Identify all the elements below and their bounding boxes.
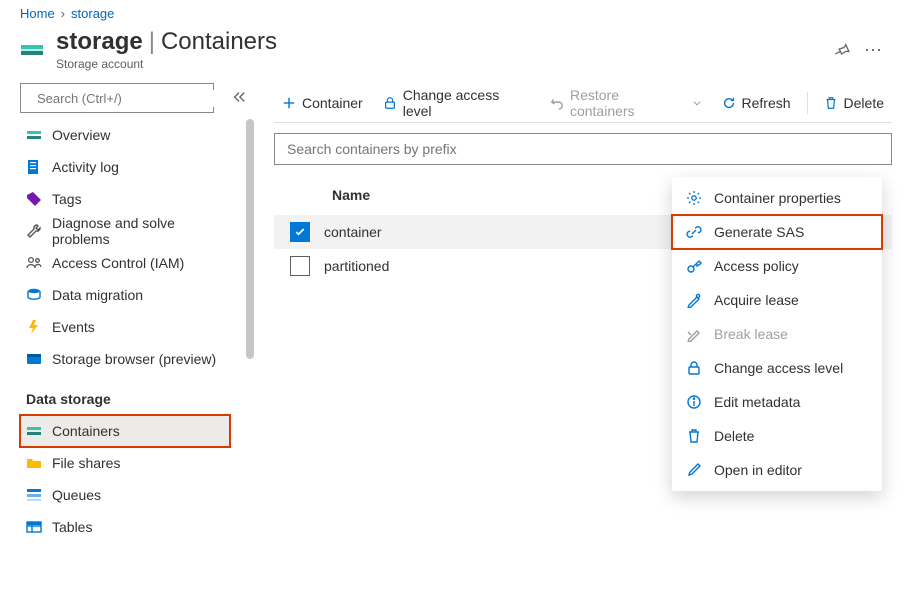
migration-icon bbox=[26, 287, 42, 303]
sidebar-item-events[interactable]: Events bbox=[20, 311, 230, 343]
more-icon[interactable]: ⋯ bbox=[864, 40, 884, 61]
sidebar-item-data-migration[interactable]: Data migration bbox=[20, 279, 230, 311]
sidebar-item-overview[interactable]: Overview bbox=[20, 119, 230, 151]
sidebar-heading-data-storage: Data storage bbox=[20, 375, 252, 415]
sidebar-item-access-control[interactable]: Access Control (IAM) bbox=[20, 247, 230, 279]
row-checkbox[interactable] bbox=[290, 222, 310, 242]
sidebar-search[interactable] bbox=[20, 83, 214, 113]
menu-container-properties[interactable]: Container properties bbox=[672, 181, 882, 215]
sidebar-item-tags[interactable]: Tags bbox=[20, 183, 230, 215]
gear-icon bbox=[686, 190, 702, 206]
sidebar-item-storage-browser[interactable]: Storage browser (preview) bbox=[20, 343, 230, 375]
queue-icon bbox=[26, 487, 42, 503]
page-header: storage|Containers Storage account ⋯ bbox=[0, 29, 904, 83]
page-title: storage|Containers bbox=[56, 29, 277, 55]
refresh-button[interactable]: Refresh bbox=[714, 87, 799, 119]
tag-icon bbox=[26, 191, 42, 207]
pin-icon[interactable] bbox=[834, 42, 850, 58]
info-icon bbox=[686, 394, 702, 410]
change-access-level-button[interactable]: Change access level bbox=[375, 87, 538, 119]
link-icon bbox=[686, 224, 702, 240]
delete-button[interactable]: Delete bbox=[816, 87, 892, 119]
row-name: partitioned bbox=[324, 258, 389, 274]
filter-input[interactable] bbox=[285, 140, 881, 158]
breadcrumb-current[interactable]: storage bbox=[71, 6, 114, 21]
people-icon bbox=[26, 255, 42, 271]
refresh-icon bbox=[722, 96, 736, 110]
filter-box[interactable] bbox=[274, 133, 892, 165]
breadcrumb: Home › storage bbox=[0, 0, 904, 29]
folder-icon bbox=[26, 455, 42, 471]
column-name[interactable]: Name bbox=[332, 187, 370, 203]
storage-icon bbox=[26, 127, 42, 143]
events-icon bbox=[26, 319, 42, 335]
storage-account-icon bbox=[20, 39, 44, 63]
sidebar-item-containers[interactable]: Containers bbox=[20, 415, 230, 447]
lock-icon bbox=[383, 96, 397, 110]
trash-icon bbox=[824, 96, 838, 110]
edit-icon bbox=[686, 462, 702, 478]
sidebar: Overview Activity log Tags Diagnose and … bbox=[0, 83, 252, 553]
table-icon bbox=[26, 519, 42, 535]
lease-icon bbox=[686, 292, 702, 308]
sidebar-item-queues[interactable]: Queues bbox=[20, 479, 230, 511]
undo-icon bbox=[550, 96, 564, 110]
menu-edit-metadata[interactable]: Edit metadata bbox=[672, 385, 882, 419]
breadcrumb-home[interactable]: Home bbox=[20, 6, 55, 21]
menu-change-access-level[interactable]: Change access level bbox=[672, 351, 882, 385]
page-subtitle: Storage account bbox=[56, 57, 277, 71]
restore-containers-button[interactable]: Restore containers bbox=[542, 87, 710, 119]
context-menu: Container properties Generate SAS Access… bbox=[672, 177, 882, 491]
collapse-sidebar-icon[interactable] bbox=[232, 90, 246, 104]
sidebar-item-diagnose[interactable]: Diagnose and solve problems bbox=[20, 215, 230, 247]
break-lease-icon bbox=[686, 326, 702, 342]
menu-generate-sas[interactable]: Generate SAS bbox=[672, 215, 882, 249]
main-panel: Container Change access level Restore co… bbox=[252, 83, 904, 283]
browser-icon bbox=[26, 351, 42, 367]
plus-icon bbox=[282, 96, 296, 110]
command-separator bbox=[807, 92, 808, 114]
container-icon bbox=[26, 423, 42, 439]
menu-acquire-lease[interactable]: Acquire lease bbox=[672, 283, 882, 317]
menu-open-in-editor[interactable]: Open in editor bbox=[672, 453, 882, 487]
row-checkbox[interactable] bbox=[290, 256, 310, 276]
lock-icon bbox=[686, 360, 702, 376]
row-name: container bbox=[324, 224, 382, 240]
menu-break-lease: Break lease bbox=[672, 317, 882, 351]
menu-access-policy[interactable]: Access policy bbox=[672, 249, 882, 283]
command-bar: Container Change access level Restore co… bbox=[274, 83, 892, 123]
sidebar-search-input[interactable] bbox=[35, 90, 215, 107]
chevron-right-icon: › bbox=[61, 6, 65, 21]
trash-icon bbox=[686, 428, 702, 444]
key-icon bbox=[686, 258, 702, 274]
sidebar-item-activity-log[interactable]: Activity log bbox=[20, 151, 230, 183]
log-icon bbox=[26, 159, 42, 175]
sidebar-item-tables[interactable]: Tables bbox=[20, 511, 230, 543]
sidebar-item-file-shares[interactable]: File shares bbox=[20, 447, 230, 479]
add-container-button[interactable]: Container bbox=[274, 87, 371, 119]
menu-delete[interactable]: Delete bbox=[672, 419, 882, 453]
chevron-down-icon bbox=[692, 98, 702, 108]
wrench-icon bbox=[26, 223, 42, 239]
